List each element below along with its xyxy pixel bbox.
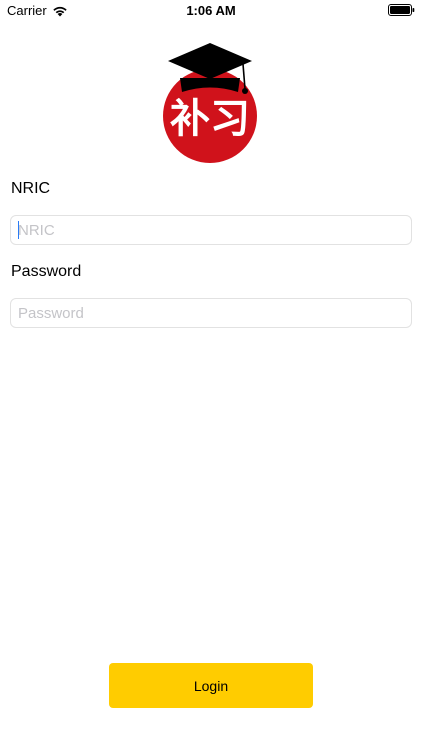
logo-graphic: 补习 — [163, 43, 257, 163]
status-time: 1:06 AM — [186, 3, 236, 18]
text-cursor — [18, 221, 19, 239]
nric-label: NRIC — [11, 180, 51, 197]
app-logo: 补习 — [160, 40, 264, 164]
login-button[interactable]: Login — [109, 663, 313, 708]
battery-icon — [388, 4, 415, 16]
login-screen: Carrier 1:06 AM 补习 NRIC NRIC Password Lo… — [0, 0, 422, 750]
status-bar: Carrier 1:06 AM — [0, 0, 422, 22]
nric-input[interactable] — [10, 215, 412, 245]
password-label: Password — [11, 263, 82, 280]
password-input[interactable] — [10, 298, 412, 328]
logo-text: 补习 — [170, 96, 250, 142]
